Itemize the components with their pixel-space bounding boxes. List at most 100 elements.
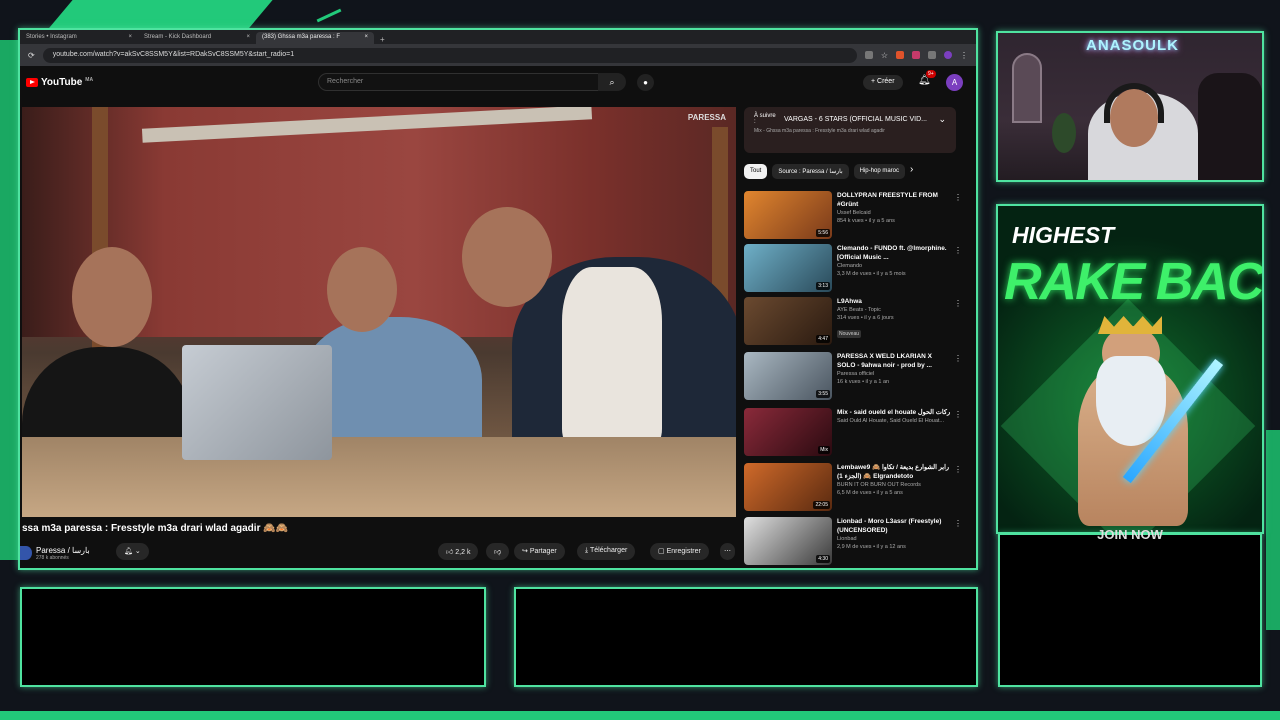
rec-meta: 3,3 M de vues • il y a 5 mois xyxy=(837,271,906,277)
video-thumbnail[interactable]: 4:47 xyxy=(744,297,832,345)
more-actions-button[interactable]: ⋯ xyxy=(720,543,735,560)
youtube-header: YouTube MA Rechercher ⌕ ● + Créer 🔔︎ 9+ … xyxy=(20,66,976,98)
new-tab-icon[interactable]: + xyxy=(374,35,391,44)
chevron-down-icon[interactable]: ⌄ xyxy=(938,114,946,125)
ad-character-beard xyxy=(1096,356,1166,446)
new-badge: Nouveau xyxy=(837,330,862,338)
save-button[interactable]: ▢ Enregistrer xyxy=(650,543,709,560)
rec-title: Lembawe9 رابر الشوارع بديعة / تكاوا 🙈 🙈 … xyxy=(837,464,950,480)
video-thumbnail[interactable]: 5:56 xyxy=(744,191,832,239)
rec-title: PARESSA X WELD LKARIAN X SOLO - 9ahwa no… xyxy=(837,353,932,369)
video-player[interactable]: PARESSA xyxy=(22,107,736,517)
recommendation-item[interactable]: 3:55 PARESSA X WELD LKARIAN X SOLO - 9ah… xyxy=(744,352,964,402)
chip-source[interactable]: Source : Paressa / بارسا xyxy=(772,164,849,179)
subscribe-bell-button[interactable]: 🔔︎ ⌄ xyxy=(116,543,149,560)
up-next-panel[interactable]: À suivre : VARGAS - 6 STARS (OFFICIAL MU… xyxy=(744,107,956,153)
video-title: ssa m3a paressa : Fresstyle m3a drari wl… xyxy=(22,523,289,534)
chip-all[interactable]: Tout xyxy=(744,164,768,179)
video-thumbnail[interactable]: 3:13 xyxy=(744,244,832,292)
ad-banner[interactable]: HIGHEST RAKE BACK xyxy=(998,206,1262,532)
microphone-icon[interactable]: ● xyxy=(637,74,654,91)
ad-headline-2: RAKE BACK xyxy=(1004,253,1262,311)
more-options-icon[interactable]: ⋮ xyxy=(954,410,962,419)
recommendation-item[interactable]: 4:47 L9Ahwa AYE Beats - Topic 314 vues • i… xyxy=(744,297,964,347)
duration-label: 22:05 xyxy=(813,501,830,509)
rec-title: L9Ahwa xyxy=(837,298,862,305)
chevron-right-icon[interactable]: › xyxy=(910,164,913,180)
like-button[interactable]: 👍︎ 2,2 k xyxy=(438,543,479,560)
channel-name[interactable]: Paressa / بارسا xyxy=(36,546,90,555)
profile-icon[interactable] xyxy=(944,51,952,59)
youtube-play-icon xyxy=(26,77,38,87)
extension-icon[interactable] xyxy=(912,51,920,59)
tab-youtube[interactable]: (383) Ghssa m3a paressa : F × xyxy=(256,32,374,44)
dislike-button[interactable]: 👎︎ xyxy=(486,543,510,560)
video-thumbnail[interactable]: 22:05 xyxy=(744,463,832,511)
video-thumbnail[interactable]: Mix xyxy=(744,408,832,456)
video-thumbnail[interactable]: 4:30 xyxy=(744,517,832,565)
duration-label: Mix xyxy=(818,446,830,454)
empty-panel-left xyxy=(20,587,486,687)
more-options-icon[interactable]: ⋮ xyxy=(954,519,962,528)
tab-kick[interactable]: Stream - Kick Dashboard × xyxy=(138,32,256,44)
recommendation-item[interactable]: 22:05 Lembawe9 رابر الشوارع بديعة / تكاو… xyxy=(744,463,964,513)
more-options-icon[interactable]: ⋮ xyxy=(954,246,962,255)
subscriber-count: 278 k abonnés xyxy=(36,554,69,561)
like-count: 2,2 k xyxy=(455,549,471,556)
url-field[interactable]: youtube.com/watch?v=akSvC8SSM5Y&list=RDa… xyxy=(42,47,857,63)
webcam-plant xyxy=(1052,113,1076,153)
webcam-feed: ANASOULK xyxy=(998,33,1262,180)
download-label: Télécharger xyxy=(589,547,628,554)
more-options-icon[interactable]: ⋮ xyxy=(954,465,962,474)
video-scene-table xyxy=(22,437,736,517)
star-icon[interactable]: ☆ xyxy=(881,51,888,60)
youtube-logo[interactable]: YouTube MA xyxy=(26,77,93,88)
join-now-text[interactable]: JOIN NOW xyxy=(1000,527,1260,542)
rec-channel: Clemando xyxy=(837,263,863,269)
recommendation-item[interactable]: Mix Mix - said oueld el houate ركات الحو… xyxy=(744,408,964,458)
deco-stripe-left xyxy=(0,40,18,560)
more-options-icon[interactable]: ⋮ xyxy=(954,354,962,363)
recommendation-item[interactable]: 3:13 Clemando - FUNDO ft. @lmorphine. [O… xyxy=(744,244,964,294)
download-button[interactable]: ⤓ Télécharger xyxy=(577,543,636,560)
tab-instagram[interactable]: Stories • Instagram × xyxy=(20,32,138,44)
chip-hiphop[interactable]: Hip-hop maroc xyxy=(853,164,905,179)
rec-meta: 2,9 M de vues • il y a 12 ans xyxy=(837,544,906,550)
up-next-subtitle: Mix - Ghssa m3a paressa : Fresstyle m3a … xyxy=(754,128,885,134)
extension-icon[interactable] xyxy=(896,51,904,59)
create-button[interactable]: + Créer xyxy=(863,75,903,90)
menu-icon[interactable]: ⋮ xyxy=(960,51,968,60)
share-button[interactable]: ↪ Partager xyxy=(514,543,565,560)
cast-icon[interactable] xyxy=(864,51,873,59)
close-icon[interactable]: × xyxy=(246,34,250,42)
recommendation-item[interactable]: 5:56 DOLLYPRAN FREESTYLE FROM #Grünt Usse… xyxy=(744,191,964,241)
notification-badge: 9+ xyxy=(926,70,936,78)
webcam-chair xyxy=(1198,73,1262,180)
tab-label: (383) Ghssa m3a paressa : F xyxy=(262,34,341,40)
reload-icon[interactable]: ⟳ xyxy=(28,51,35,60)
recommendation-item[interactable]: 4:30 Lionbad - Moro L3assr (Freestyle) (… xyxy=(744,517,964,567)
duration-label: 3:55 xyxy=(816,390,830,398)
puzzle-icon[interactable] xyxy=(928,51,936,59)
avatar[interactable]: A xyxy=(946,74,963,91)
more-options-icon[interactable]: ⋮ xyxy=(954,299,962,308)
tab-label: Stories • Instagram xyxy=(26,34,77,40)
close-icon[interactable]: × xyxy=(128,34,132,42)
channel-avatar[interactable] xyxy=(20,546,32,560)
video-person-head xyxy=(462,207,552,307)
video-thumbnail[interactable]: 3:55 xyxy=(744,352,832,400)
more-options-icon[interactable]: ⋮ xyxy=(954,193,962,202)
video-watermark: PARESSA xyxy=(687,113,726,122)
duration-label: 3:13 xyxy=(816,282,830,290)
logo-text: YouTube xyxy=(41,76,83,88)
join-panel-frame xyxy=(998,533,1262,687)
search-icon[interactable]: ⌕ xyxy=(598,73,626,91)
address-bar: ⟳ youtube.com/watch?v=akSvC8SSM5Y&list=R… xyxy=(20,44,976,66)
close-icon[interactable]: × xyxy=(364,34,368,42)
ad-headline-1: HIGHEST xyxy=(1012,222,1115,248)
share-label: Partager xyxy=(529,548,557,555)
thumbs-up-icon: 👍︎ xyxy=(446,549,454,556)
rec-channel: BURN IT OR BURN OUT Records xyxy=(837,482,921,488)
video-scene-laptop xyxy=(182,345,332,460)
search-input[interactable]: Rechercher xyxy=(318,73,618,91)
